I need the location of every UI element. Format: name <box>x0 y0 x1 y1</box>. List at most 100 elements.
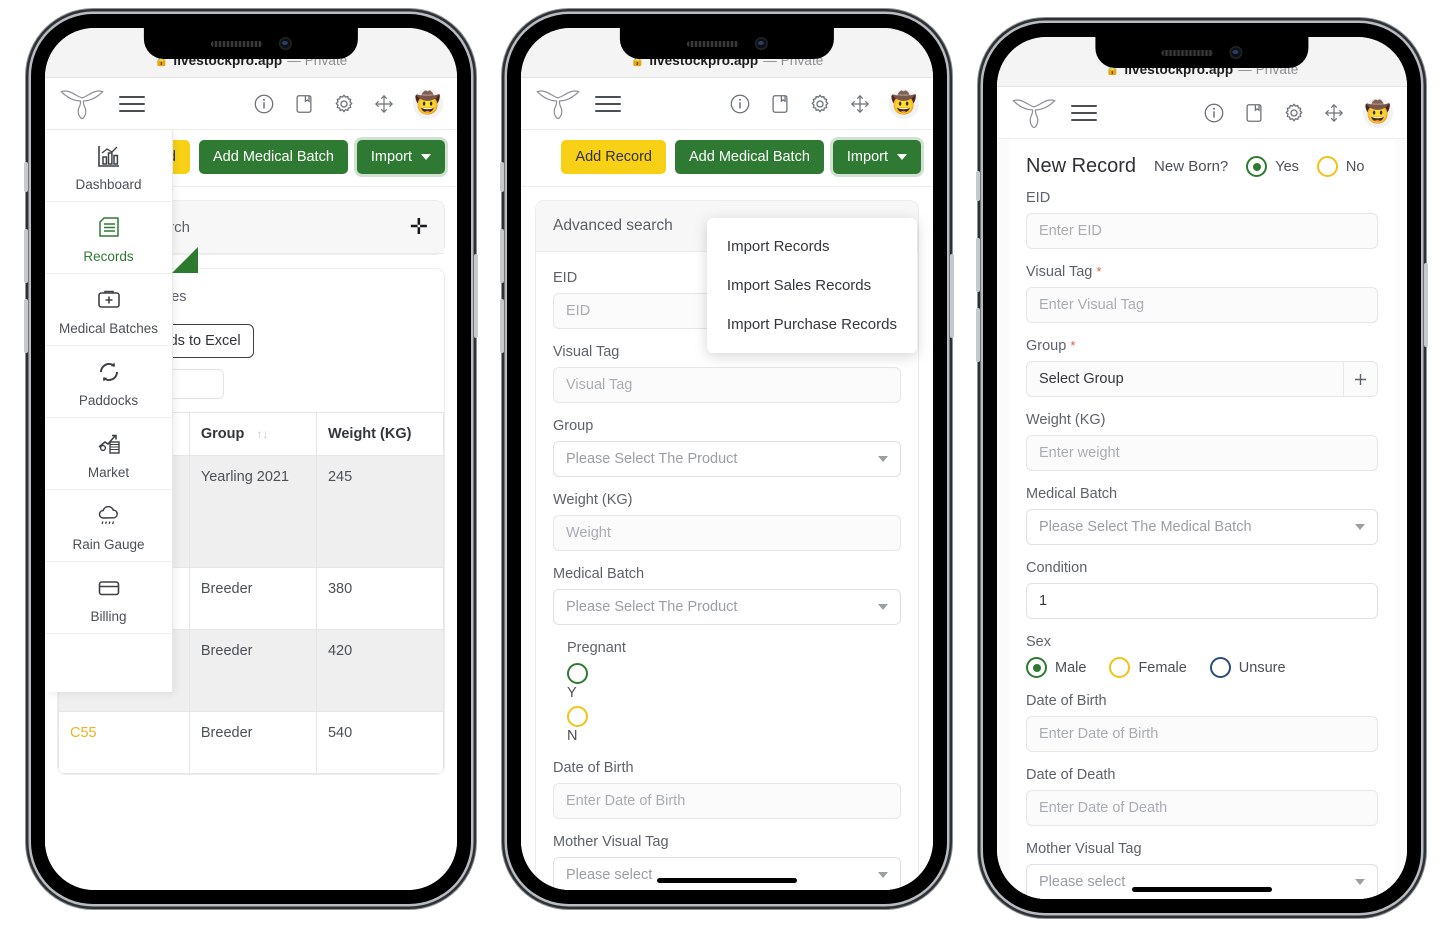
volume-down-button[interactable] <box>24 299 28 353</box>
notebook-icon[interactable] <box>293 93 315 115</box>
radio-icon[interactable] <box>1246 156 1268 177</box>
sex-female-option[interactable]: Female <box>1109 657 1187 678</box>
mute-switch[interactable] <box>24 162 28 192</box>
radio-icon[interactable] <box>567 706 588 727</box>
newborn-yes-option[interactable]: Yes <box>1246 156 1299 177</box>
sidebar-item-dashboard[interactable]: Dashboard <box>45 130 172 202</box>
sort-icon[interactable]: ↑↓ <box>256 427 268 441</box>
mute-switch[interactable] <box>500 162 504 192</box>
notebook-icon[interactable] <box>769 93 791 115</box>
volume-up-button[interactable] <box>24 229 28 283</box>
add-record-button[interactable]: Add Record <box>561 140 666 174</box>
radio-icon[interactable] <box>1026 657 1047 678</box>
pregnant-yes-option[interactable]: Y <box>567 663 901 702</box>
hamburger-icon[interactable] <box>595 95 621 112</box>
sidebar-item-records[interactable]: Records <box>45 202 198 274</box>
mute-switch[interactable] <box>976 171 980 201</box>
plus-icon[interactable]: ✛ <box>410 216 428 238</box>
sidebar-item-market[interactable]: Market <box>45 418 172 490</box>
eid-input[interactable]: Enter EID <box>1026 213 1378 249</box>
medical-batch-select[interactable]: Please Select The Product <box>553 589 901 625</box>
power-button[interactable] <box>1424 263 1428 347</box>
radio-icon[interactable] <box>1316 156 1338 177</box>
move-arrows-icon[interactable] <box>1323 102 1345 124</box>
hamburger-icon[interactable] <box>1071 104 1097 121</box>
medical-batch-select[interactable]: Please Select The Medical Batch <box>1026 509 1378 545</box>
info-icon[interactable] <box>729 93 751 115</box>
gear-icon[interactable] <box>809 93 831 115</box>
info-icon[interactable] <box>253 93 275 115</box>
bull-head-logo[interactable] <box>1011 96 1057 130</box>
sidebar-item-rain-gauge[interactable]: Rain Gauge <box>45 490 172 562</box>
radio-icon[interactable] <box>567 663 588 684</box>
plus-icon[interactable] <box>1343 361 1378 397</box>
app-header-3: 🤠 <box>997 87 1407 139</box>
sidebar-item-medical-batches[interactable]: Medical Batches <box>45 274 172 346</box>
mother-tag-select-value: Please select <box>566 867 653 883</box>
mother-tag-select[interactable]: Please select <box>553 857 901 890</box>
dod-label: Date of Death <box>1026 767 1116 783</box>
add-medical-batch-button[interactable]: Add Medical Batch <box>199 140 348 174</box>
weight-input[interactable]: Weight <box>553 515 901 551</box>
sex-unsure-option[interactable]: Unsure <box>1209 657 1286 678</box>
medical-batch-label: Medical Batch <box>553 566 645 582</box>
home-indicator[interactable] <box>1132 887 1272 892</box>
move-arrows-icon[interactable] <box>373 93 395 115</box>
bull-head-logo[interactable] <box>59 87 105 121</box>
info-icon[interactable] <box>1203 102 1225 124</box>
avatar[interactable]: 🤠 <box>413 88 443 119</box>
group-select-input[interactable]: Select Group <box>1026 361 1344 397</box>
power-button[interactable] <box>950 254 954 338</box>
visual-tag-input[interactable]: Visual Tag <box>553 367 901 403</box>
menu-item-import-purchase-records[interactable]: Import Purchase Records <box>707 305 917 344</box>
header-icons-2: 🤠 <box>729 88 919 119</box>
visual-tag-input[interactable]: Enter Visual Tag <box>1026 287 1378 323</box>
dob-input[interactable]: Enter Date of Birth <box>1026 716 1378 752</box>
group-field-group: Select Group <box>1026 361 1378 397</box>
column-group[interactable]: Group ↑↓ <box>188 412 317 456</box>
gear-icon[interactable] <box>333 93 355 115</box>
sex-male-option[interactable]: Male <box>1026 657 1086 678</box>
dob-input[interactable]: Enter Date of Birth <box>553 783 901 819</box>
required-marker: * <box>1096 264 1102 279</box>
gear-icon[interactable] <box>1283 102 1305 124</box>
radio-icon[interactable] <box>1109 657 1131 678</box>
home-indicator[interactable] <box>657 878 797 883</box>
volume-up-button[interactable] <box>500 229 504 283</box>
sidebar-item-billing[interactable]: Billing <box>45 562 172 634</box>
volume-up-button[interactable] <box>976 238 980 292</box>
sidebar-item-paddocks[interactable]: Paddocks <box>45 346 172 418</box>
chevron-down-icon <box>421 154 431 160</box>
newborn-no-option[interactable]: No <box>1316 156 1364 177</box>
avatar[interactable]: 🤠 <box>1363 97 1393 128</box>
import-label: Import <box>846 149 888 165</box>
weight-input[interactable]: Enter weight <box>1026 435 1378 471</box>
volume-down-button[interactable] <box>500 299 504 353</box>
move-arrows-icon[interactable] <box>849 93 871 115</box>
pregnant-no-option[interactable]: N <box>567 706 901 745</box>
menu-item-import-records[interactable]: Import Records <box>707 227 917 266</box>
sex-female-label: Female <box>1138 659 1187 676</box>
radio-icon[interactable] <box>1209 657 1231 678</box>
medical-kit-icon <box>49 285 168 315</box>
power-button[interactable] <box>474 254 478 338</box>
avatar[interactable]: 🤠 <box>889 88 919 119</box>
volume-down-button[interactable] <box>976 308 980 362</box>
hamburger-icon[interactable] <box>119 95 145 112</box>
import-button[interactable]: Import <box>832 140 921 174</box>
table-row[interactable]: C55 Breeder 540 <box>58 711 444 774</box>
menu-item-import-sales-records[interactable]: Import Sales Records <box>707 266 917 305</box>
notebook-icon[interactable] <box>1243 102 1265 124</box>
cell-weight: 245 <box>315 455 444 568</box>
bull-head-logo[interactable] <box>535 87 581 121</box>
dod-input[interactable]: Enter Date of Death <box>1026 790 1378 826</box>
sex-radio-group: Male Female Unsure <box>1026 657 1378 678</box>
condition-input[interactable]: 1 <box>1026 583 1378 619</box>
column-weight[interactable]: Weight (KG) <box>315 412 444 456</box>
mother-tag-label: Mother Visual Tag <box>1026 841 1142 857</box>
add-medical-batch-button[interactable]: Add Medical Batch <box>675 140 824 174</box>
sidebar-item-label: Dashboard <box>75 177 142 192</box>
group-select[interactable]: Please Select The Product <box>553 441 901 477</box>
mother-tag-select[interactable]: Please select <box>1026 864 1378 899</box>
import-button[interactable]: Import <box>356 140 445 174</box>
